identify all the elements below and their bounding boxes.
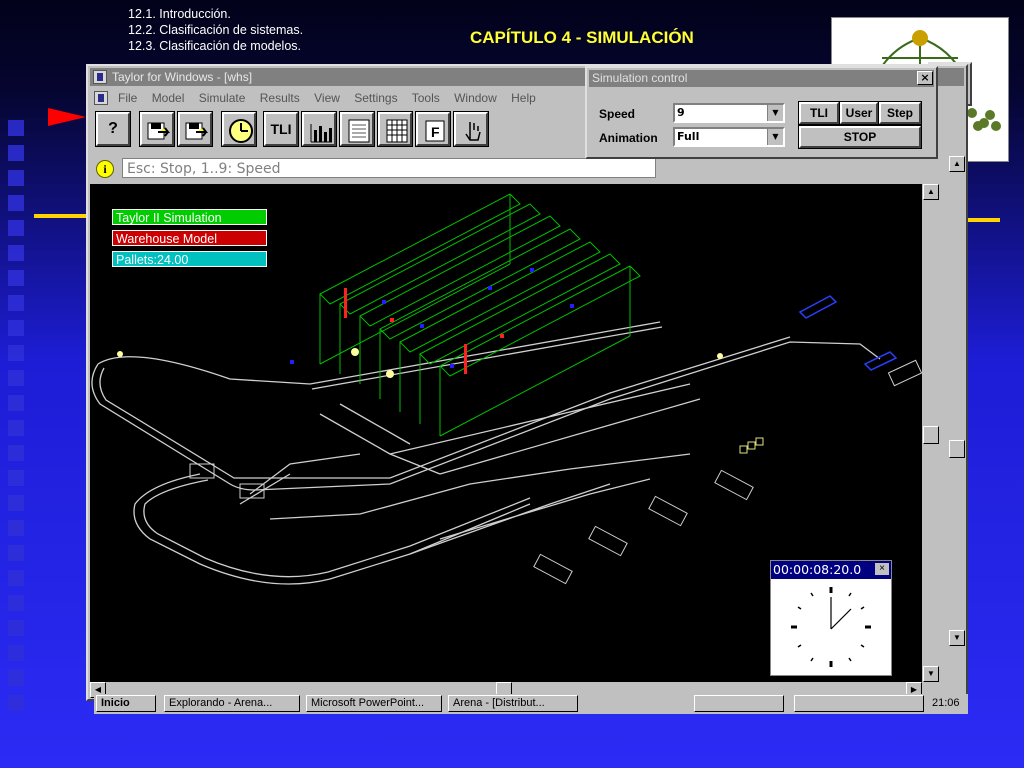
scroll-down-icon[interactable]: ▼ bbox=[949, 630, 965, 646]
speed-label: Speed bbox=[599, 107, 636, 121]
menu-model[interactable]: Model bbox=[152, 91, 185, 105]
scroll-down-icon[interactable]: ▼ bbox=[923, 666, 939, 682]
menu-results[interactable]: Results bbox=[260, 91, 300, 105]
viewport-label: Pallets:24.00 bbox=[112, 251, 267, 267]
outline-item: 12.3. Clasificación de modelos. bbox=[128, 39, 302, 53]
simulation-control-dialog: Simulation control × Speed Animation 9 ▼… bbox=[585, 66, 938, 159]
report-icon bbox=[348, 119, 370, 143]
taskbar-item[interactable]: Explorando - Arena... bbox=[164, 695, 300, 712]
analog-clock-icon bbox=[791, 587, 871, 667]
animation-value: Full bbox=[677, 130, 700, 143]
decorative-squares bbox=[8, 120, 28, 720]
f-icon: F bbox=[425, 120, 445, 142]
report-button[interactable] bbox=[339, 111, 375, 147]
menu-file[interactable]: File bbox=[118, 91, 137, 105]
hand-button[interactable] bbox=[453, 111, 489, 147]
document-icon[interactable] bbox=[94, 91, 108, 105]
sim-clock-window: 00:00:08:20.0 × bbox=[770, 560, 892, 676]
help-button[interactable]: ? bbox=[95, 111, 131, 147]
f-glyph: F bbox=[431, 124, 440, 140]
animation-label: Animation bbox=[599, 131, 658, 145]
table-button[interactable] bbox=[377, 111, 413, 147]
outline-item: 12.1. Introducción. bbox=[128, 7, 231, 21]
dialog-title: Simulation control bbox=[589, 70, 934, 87]
step-button[interactable]: Step bbox=[878, 101, 922, 125]
outline-item: 12.2. Clasificación de sistemas. bbox=[128, 23, 304, 37]
menu-view[interactable]: View bbox=[314, 91, 340, 105]
vertical-scrollbar[interactable]: ▲ ▼ bbox=[922, 184, 940, 682]
chevron-down-icon[interactable]: ▼ bbox=[767, 129, 783, 145]
clock-icon bbox=[229, 119, 253, 143]
open-model-button[interactable] bbox=[139, 111, 175, 147]
f-button[interactable]: F bbox=[415, 111, 451, 147]
viewport-label: Taylor II Simulation bbox=[112, 209, 267, 225]
save-model-button[interactable] bbox=[177, 111, 213, 147]
simulation-viewport[interactable]: Taylor II Simulation Warehouse Model Pal… bbox=[90, 184, 922, 682]
yellow-divider-right bbox=[966, 218, 1000, 222]
app-icon[interactable] bbox=[93, 70, 107, 84]
vertical-scroll-thumb[interactable] bbox=[923, 426, 939, 444]
menu-tools[interactable]: Tools bbox=[412, 91, 440, 105]
slide-outline: 12.1. Introducción. 12.2. Clasificación … bbox=[128, 6, 303, 54]
status-row: i Esc: Stop, 1..9: Speed bbox=[92, 158, 962, 180]
taskbar-item[interactable]: Arena - [Distribut... bbox=[448, 695, 578, 712]
window-title: Taylor for Windows - [whs] bbox=[112, 70, 253, 84]
menu-help[interactable]: Help bbox=[511, 91, 536, 105]
clock-close-icon[interactable]: × bbox=[875, 563, 889, 575]
bar-chart-button[interactable] bbox=[301, 111, 337, 147]
taskbar: Inicio Explorando - Arena... Microsoft P… bbox=[94, 694, 968, 714]
taskbar-quicklaunch[interactable] bbox=[694, 695, 784, 712]
red-arrow-icon bbox=[48, 108, 86, 126]
underlying-scrollbar[interactable]: ▲ ▼ bbox=[948, 152, 966, 652]
speed-select[interactable]: 9 ▼ bbox=[673, 103, 785, 123]
sim-clock-time: 00:00:08:20.0 bbox=[771, 561, 891, 579]
bar-chart-icon bbox=[310, 124, 332, 143]
system-tray bbox=[794, 695, 924, 712]
hand-icon bbox=[465, 122, 481, 141]
status-text: Esc: Stop, 1..9: Speed bbox=[122, 158, 656, 178]
chevron-down-icon[interactable]: ▼ bbox=[767, 105, 783, 121]
user-button[interactable]: User bbox=[839, 101, 879, 125]
animation-select[interactable]: Full ▼ bbox=[673, 127, 785, 147]
viewport-label: Warehouse Model bbox=[112, 230, 267, 246]
speed-value: 9 bbox=[677, 106, 685, 119]
taskbar-item[interactable]: Microsoft PowerPoint... bbox=[306, 695, 442, 712]
start-button[interactable]: Inicio bbox=[96, 695, 156, 712]
yellow-divider-left bbox=[34, 214, 94, 218]
info-icon: i bbox=[96, 160, 114, 178]
tli-button[interactable]: TLI bbox=[798, 101, 840, 125]
clock-button[interactable] bbox=[221, 111, 257, 147]
menu-simulate[interactable]: Simulate bbox=[199, 91, 246, 105]
open-model-icon bbox=[147, 122, 170, 140]
menu-settings[interactable]: Settings bbox=[354, 91, 397, 105]
underlying-scroll-thumb[interactable] bbox=[949, 440, 965, 458]
slide-title: CAPÍTULO 4 - SIMULACIÓN bbox=[470, 28, 694, 47]
taylor-main-window: Taylor for Windows - [whs] File Model Si… bbox=[86, 64, 968, 701]
menu-window[interactable]: Window bbox=[454, 91, 497, 105]
close-icon[interactable]: × bbox=[917, 71, 933, 85]
scroll-up-icon[interactable]: ▲ bbox=[923, 184, 939, 200]
scroll-up-icon[interactable]: ▲ bbox=[949, 156, 965, 172]
save-model-icon bbox=[185, 122, 208, 140]
stop-button[interactable]: STOP bbox=[798, 125, 922, 149]
tli-button[interactable]: TLI bbox=[263, 111, 299, 147]
taskbar-clock: 21:06 bbox=[932, 697, 960, 709]
table-icon bbox=[386, 119, 408, 143]
